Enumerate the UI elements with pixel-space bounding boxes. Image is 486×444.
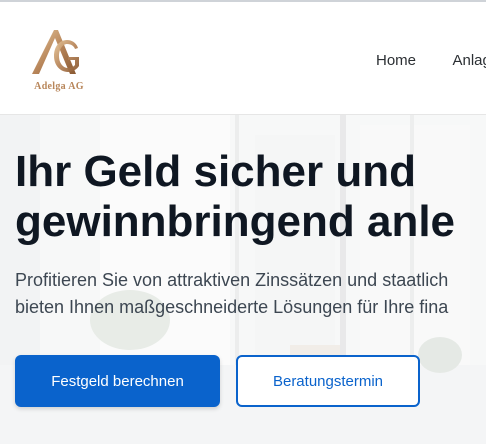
beratungstermin-button[interactable]: Beratungstermin: [236, 355, 420, 407]
hero-title: Ihr Geld sicher und gewinnbringend anle: [15, 147, 486, 247]
nav-link-anlage[interactable]: Anlag: [452, 52, 486, 69]
hero-lead-text: Profitieren Sie von attraktiven Zinssätz…: [15, 267, 486, 321]
hero-title-line-1: Ihr Geld sicher und: [15, 147, 416, 196]
logo-text: Adelga AG: [34, 81, 84, 92]
hero-lead-line-2: bieten Ihnen maßgeschneiderte Lösungen f…: [15, 297, 449, 317]
nav-link-home[interactable]: Home: [376, 52, 416, 69]
site-header: Adelga AG Home Anlag: [0, 2, 486, 115]
hero-section: Ihr Geld sicher und gewinnbringend anle …: [0, 115, 486, 444]
main-navigation: Home Anlag: [376, 52, 486, 70]
hero-lead-line-1: Profitieren Sie von attraktiven Zinssätz…: [15, 270, 449, 290]
logo-mark-icon: [32, 30, 79, 74]
company-logo[interactable]: Adelga AG: [24, 24, 94, 104]
hero-title-line-2: gewinnbringend anle: [15, 197, 456, 246]
festgeld-berechnen-button[interactable]: Festgeld berechnen: [15, 355, 220, 407]
